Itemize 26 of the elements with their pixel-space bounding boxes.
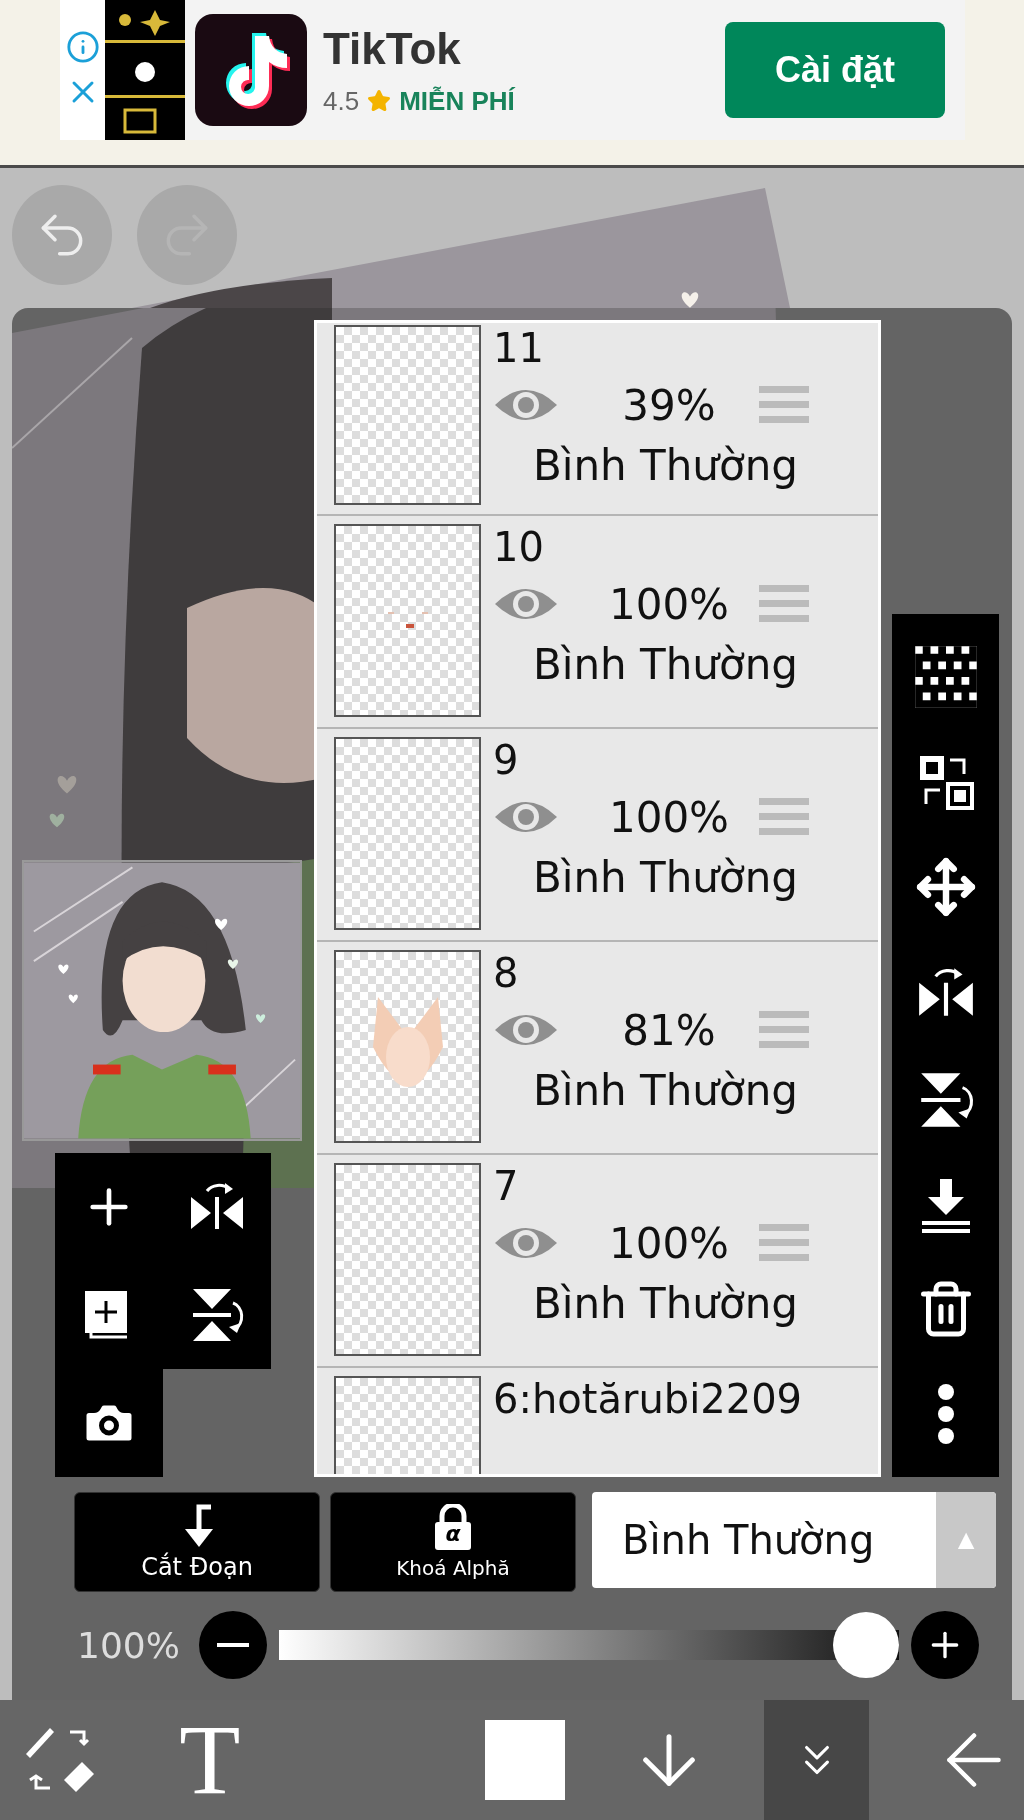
install-button[interactable]: Cài đặt xyxy=(725,22,945,118)
app-logo-icon xyxy=(195,14,307,126)
opacity-reading: 100% xyxy=(77,1624,181,1666)
layer-row[interactable]: 6:hotărubi2209 xyxy=(317,1368,878,1474)
info-icon[interactable] xyxy=(65,30,100,64)
layer-name: 6:hotărubi2209 xyxy=(493,1376,804,1422)
alpha-glyph: α xyxy=(445,1520,461,1546)
more-button[interactable] xyxy=(935,1382,956,1445)
more-icon xyxy=(935,1382,956,1445)
camera-button[interactable] xyxy=(55,1369,163,1477)
app-price: MIỄN PHÍ xyxy=(399,85,515,117)
drag-handle-icon[interactable] xyxy=(759,1222,809,1264)
clipping-button[interactable]: Cắt Đoạn xyxy=(74,1492,320,1592)
color-swatch-icon xyxy=(484,1720,565,1800)
text-tool-glyph: T xyxy=(179,1710,241,1810)
minus-icon xyxy=(217,1643,249,1647)
layer-row[interactable]: 7 100% Bình Thường xyxy=(317,1155,878,1368)
text-tool-button[interactable]: T xyxy=(159,1700,260,1820)
blend-mode-dropdown[interactable]: Bình Thường ▲ xyxy=(592,1492,996,1588)
alpha-lock-button[interactable]: α Khoá Alphă xyxy=(330,1492,576,1592)
ad-banner[interactable]: TikTok 4.5 MIỄN PHÍ Cài đặt xyxy=(60,0,965,140)
star-icon xyxy=(367,89,392,113)
layer-opacity: 100% xyxy=(607,1218,731,1268)
layer-blend-mode: Bình Thường xyxy=(533,1278,799,1330)
app-rating: 4.5 xyxy=(323,85,360,117)
app-title: TikTok xyxy=(323,23,462,74)
